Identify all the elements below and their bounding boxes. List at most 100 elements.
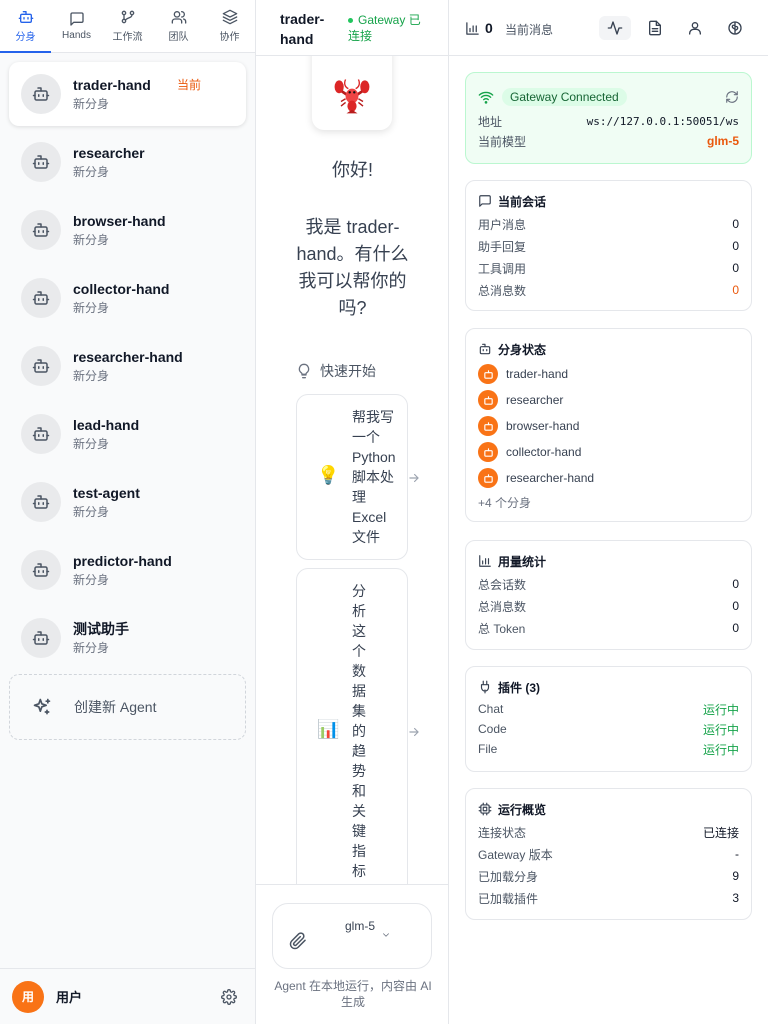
message-composer[interactable]: glm-5: [272, 903, 432, 969]
agent-item-browser-hand[interactable]: browser-hand 新分身: [9, 198, 246, 262]
tab-label: 团队: [168, 32, 189, 43]
overview-row: 已加载分身 9: [478, 865, 739, 887]
row-value: -: [735, 847, 739, 861]
agent-name: researcher-hand: [73, 348, 183, 365]
agent-avatar: [21, 482, 61, 522]
nav-tabs: 分身 Hands 工作流 团队 协作: [0, 0, 255, 53]
gateway-address-row: 地址 ws://127.0.0.1:50051/ws: [478, 111, 739, 131]
chat-panel: trader-hand Gateway 已连接 你好! 我是 trader-ha…: [256, 0, 449, 1024]
document-icon: [649, 20, 661, 36]
tab-workflow[interactable]: 工作流: [102, 0, 153, 52]
agent-item-researcher[interactable]: researcher 新分身: [9, 130, 246, 194]
more-hands-link[interactable]: +4 个分身: [478, 491, 739, 513]
tab-agents[interactable]: 分身: [0, 0, 51, 53]
hand-avatar: [478, 442, 498, 462]
create-agent-label: 创建新 Agent: [74, 699, 157, 715]
row-value: 3: [732, 891, 739, 905]
suggestion-card[interactable]: 💡 帮我写一个Python脚本处理Excel文件: [296, 394, 419, 560]
hand-avatar: [478, 468, 498, 488]
agent-avatar: [21, 346, 61, 386]
hand-status-item[interactable]: researcher: [478, 387, 739, 413]
tab-hands[interactable]: Hands: [51, 0, 102, 52]
bar-chart-icon: [466, 21, 479, 35]
hand-name: trader-hand: [506, 367, 569, 381]
row-label: 总 Token: [478, 621, 526, 636]
message-count: 0: [465, 20, 493, 36]
usage-row: 总消息数 0: [478, 595, 739, 617]
activity-icon: [607, 21, 623, 35]
user-avatar[interactable]: 用: [12, 980, 44, 1013]
agent-item-predictor-hand[interactable]: predictor-hand 新分身: [9, 538, 246, 602]
chevron-down-icon[interactable]: [381, 930, 391, 940]
usage-panel: 用量统计 总会话数 0 总消息数 0 总 Token 0: [465, 540, 752, 650]
row-value: 0: [732, 599, 739, 613]
row-label: 总消息数: [478, 283, 527, 298]
row-value: 9: [732, 869, 739, 883]
refresh-icon[interactable]: [725, 90, 739, 104]
activity-tab[interactable]: [599, 16, 631, 40]
hand-status-item[interactable]: trader-hand: [478, 361, 739, 387]
agent-subtitle: 新分身: [73, 640, 110, 655]
row-label: Gateway 版本: [478, 847, 553, 862]
hand-status-item[interactable]: researcher-hand: [478, 465, 739, 491]
row-value: 运行中: [702, 742, 739, 757]
hand-status-panel: 分身状态 trader-hand researcher browser-hand…: [465, 328, 752, 522]
hand-status-title: 分身状态: [478, 341, 739, 357]
info-panel: 0 当前消息 Gateway Connected 地址 ws://127.0.0.…: [449, 0, 768, 1024]
session-title: 当前会话: [478, 193, 739, 209]
agent-subtitle: 新分身: [73, 436, 110, 451]
agent-item-researcher-hand[interactable]: researcher-hand 新分身: [9, 334, 246, 398]
document-tab[interactable]: [639, 16, 671, 40]
row-value: 0: [732, 283, 739, 297]
plugins-title-text: 插件 (3): [498, 680, 541, 695]
tab-label: 工作流: [112, 32, 143, 43]
hand-status-item[interactable]: collector-hand: [478, 439, 739, 465]
bot-icon: [32, 359, 50, 373]
tab-label: 分身: [15, 32, 36, 43]
bot-icon: [32, 223, 50, 237]
agent-item-trader-hand[interactable]: trader-hand 新分身 当前: [9, 62, 246, 126]
bot-icon: [32, 563, 50, 577]
tab-collab[interactable]: 协作: [204, 0, 255, 52]
agent-item-collector-hand[interactable]: collector-hand 新分身: [9, 266, 246, 330]
agent-item-test-agent[interactable]: test-agent 新分身: [9, 470, 246, 534]
brain-tab[interactable]: [719, 16, 751, 40]
overview-row: 连接状态 已连接: [478, 821, 739, 843]
hand-avatar: [478, 390, 498, 410]
tab-team[interactable]: 团队: [153, 0, 204, 52]
suggestion-card[interactable]: 📊 分析这个数据集的趋势和关键指标: [296, 568, 419, 898]
agent-name: lead-hand: [73, 416, 140, 433]
gear-icon[interactable]: [221, 989, 237, 1005]
arrow-right-icon: [409, 473, 419, 483]
agent-item-lead-hand[interactable]: lead-hand 新分身: [9, 402, 246, 466]
model-selector[interactable]: glm-5: [345, 918, 375, 934]
bot-icon: [32, 155, 50, 169]
session-title-text: 当前会话: [498, 194, 547, 209]
plugin-row: Code 运行中: [478, 719, 739, 739]
agent-avatar: [21, 550, 61, 590]
agent-avatar: [21, 414, 61, 454]
row-value: 0: [732, 261, 739, 275]
session-panel: 当前会话 用户消息 0 助手回复 0 工具调用 0 总消息数 0: [465, 180, 752, 311]
hand-status-item[interactable]: browser-hand: [478, 413, 739, 439]
row-label: 已加载分身: [478, 869, 539, 884]
gateway-panel: Gateway Connected 地址 ws://127.0.0.1:50051…: [465, 72, 752, 164]
paperclip-icon[interactable]: [289, 932, 307, 950]
session-row: 助手回复 0: [478, 235, 739, 257]
bot-icon: [479, 343, 491, 355]
usage-title-text: 用量统计: [498, 554, 547, 569]
row-value: 已连接: [702, 825, 739, 840]
row-label: 连接状态: [478, 825, 527, 840]
row-label: 总会话数: [478, 577, 527, 592]
user-tab[interactable]: [679, 16, 711, 40]
bot-icon: [32, 631, 50, 645]
create-agent-button[interactable]: 创建新 Agent: [9, 674, 246, 740]
plug-icon: [480, 680, 490, 694]
app-root: 分身 Hands 工作流 团队 协作 trader-hand 新分身 当前 re…: [0, 0, 768, 1024]
row-value: 0: [732, 217, 739, 231]
plugins-title: 插件 (3): [478, 679, 739, 695]
user-bar: 用 用户: [0, 968, 255, 1024]
row-label: 已加载插件: [478, 891, 539, 906]
row-label: File: [478, 742, 498, 756]
agent-item-test-assistant[interactable]: 测试助手 新分身: [9, 606, 246, 670]
